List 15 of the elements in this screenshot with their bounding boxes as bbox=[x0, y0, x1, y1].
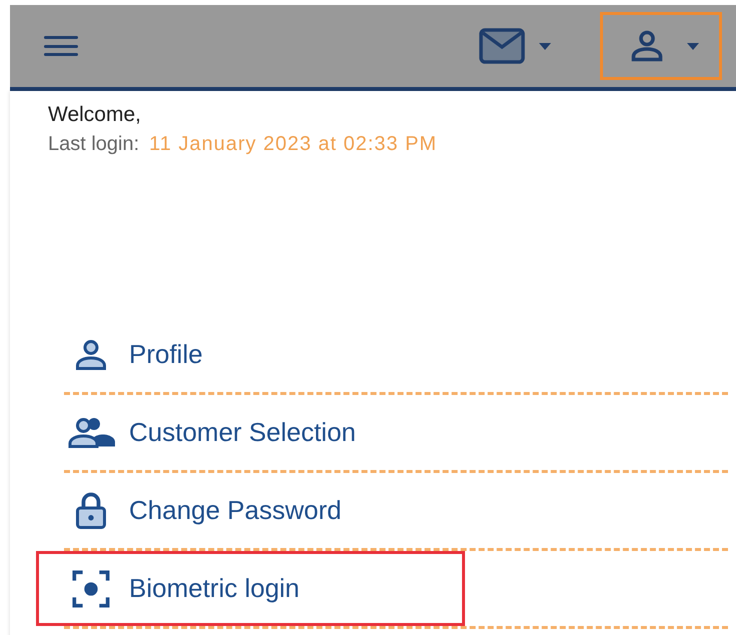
menu-item[interactable]: Biometric login bbox=[36, 551, 465, 626]
menu-icon[interactable] bbox=[44, 34, 78, 58]
last-login-date: 11 January 2023 at 02:33 PM bbox=[149, 132, 438, 157]
caret-icon bbox=[687, 42, 699, 50]
last-login-label: Last login: bbox=[48, 132, 140, 157]
padlock-icon bbox=[73, 490, 109, 530]
menu-item[interactable]: Customer Selection bbox=[36, 395, 465, 470]
face-scan-icon bbox=[71, 568, 111, 608]
mail-icon bbox=[479, 28, 525, 64]
menu-item[interactable]: Profile bbox=[36, 317, 465, 392]
person-icon bbox=[629, 28, 665, 64]
menu-item[interactable]: Change Password bbox=[36, 473, 465, 548]
caret-icon bbox=[539, 42, 551, 50]
user-button[interactable] bbox=[600, 12, 722, 80]
welcome-text: Welcome, bbox=[48, 102, 142, 128]
